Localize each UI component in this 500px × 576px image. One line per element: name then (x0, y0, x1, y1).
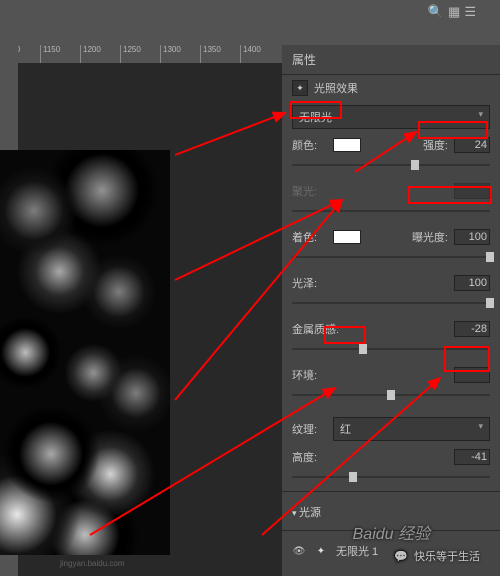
focus-value (454, 183, 490, 199)
light-type-value: 无限光 (299, 112, 332, 124)
light-type-dropdown[interactable]: 无限光 (292, 105, 490, 129)
effect-header: ✦ 光照效果 (282, 75, 500, 101)
height-slider[interactable] (292, 469, 490, 485)
grid-icon[interactable]: ▦ (448, 4, 460, 20)
effect-name: 光照效果 (314, 80, 358, 96)
exposure-slider[interactable] (292, 249, 490, 265)
watermark-brand: Baidu 经验 (353, 520, 430, 544)
color-swatch[interactable] (333, 138, 361, 152)
metallic-row: 金属质感: -28 (292, 317, 490, 341)
color-label: 颜色: (292, 137, 327, 153)
height-value[interactable]: -41 (454, 449, 490, 465)
height-row: 高度: -41 (292, 445, 490, 469)
ambience-label: 环境: (292, 367, 327, 383)
top-toolbar: 🔍 ▦ ☰ (428, 4, 476, 20)
focus-slider (292, 203, 490, 219)
light-item-name: 无限光 1 (336, 543, 378, 559)
tint-swatch[interactable] (333, 230, 361, 244)
height-label: 高度: (292, 449, 327, 465)
focus-row: 聚光: (292, 179, 490, 203)
gloss-value[interactable]: 100 (454, 275, 490, 291)
intensity-label: 强度: (423, 137, 448, 153)
gloss-label: 光泽: (292, 275, 327, 291)
metallic-slider[interactable] (292, 341, 490, 357)
visibility-icon[interactable]: 👁 (292, 544, 306, 558)
watermark-footer: 💬 快乐等于生活 (394, 548, 480, 564)
canvas: 110011501200 125013001350 1400 (0, 45, 282, 576)
chat-icon: 💬 (394, 550, 408, 563)
menu-icon[interactable]: ☰ (464, 4, 476, 20)
properties-panel: 属性 ✦ 光照效果 无限光 颜色: 强度: 24 聚光: 着色: (282, 45, 500, 576)
metallic-label: 金属质感: (292, 321, 352, 337)
ambience-row: 环境: (292, 363, 490, 387)
intensity-slider[interactable] (292, 157, 490, 173)
search-icon[interactable]: 🔍 (428, 4, 444, 20)
texture-value: 红 (340, 424, 351, 436)
tint-label: 着色: (292, 229, 327, 245)
exposure-label: 曝光度: (412, 229, 448, 245)
texture-label: 纹理: (292, 421, 327, 437)
ambience-slider[interactable] (292, 387, 490, 403)
texture-row: 纹理: 红 (292, 409, 490, 445)
ruler-horizontal: 110011501200 125013001350 1400 (0, 45, 282, 63)
color-row: 颜色: 强度: 24 (292, 133, 490, 157)
metallic-value[interactable]: -28 (454, 321, 490, 337)
watermark-url: jingyan.baidu.com (60, 559, 124, 568)
texture-dropdown[interactable]: 红 (333, 417, 490, 441)
image-preview[interactable] (0, 150, 170, 555)
rock-texture (0, 150, 170, 555)
intensity-value[interactable]: 24 (454, 137, 490, 153)
infinite-light-icon: ✦ (314, 544, 328, 558)
effect-icon: ✦ (292, 80, 308, 96)
panel-tab[interactable]: 属性 (282, 45, 500, 75)
ambience-value[interactable] (454, 367, 490, 383)
gloss-slider[interactable] (292, 295, 490, 311)
tint-row: 着色: 曝光度: 100 (292, 225, 490, 249)
gloss-row: 光泽: 100 (292, 271, 490, 295)
focus-label: 聚光: (292, 183, 327, 199)
exposure-value[interactable]: 100 (454, 229, 490, 245)
